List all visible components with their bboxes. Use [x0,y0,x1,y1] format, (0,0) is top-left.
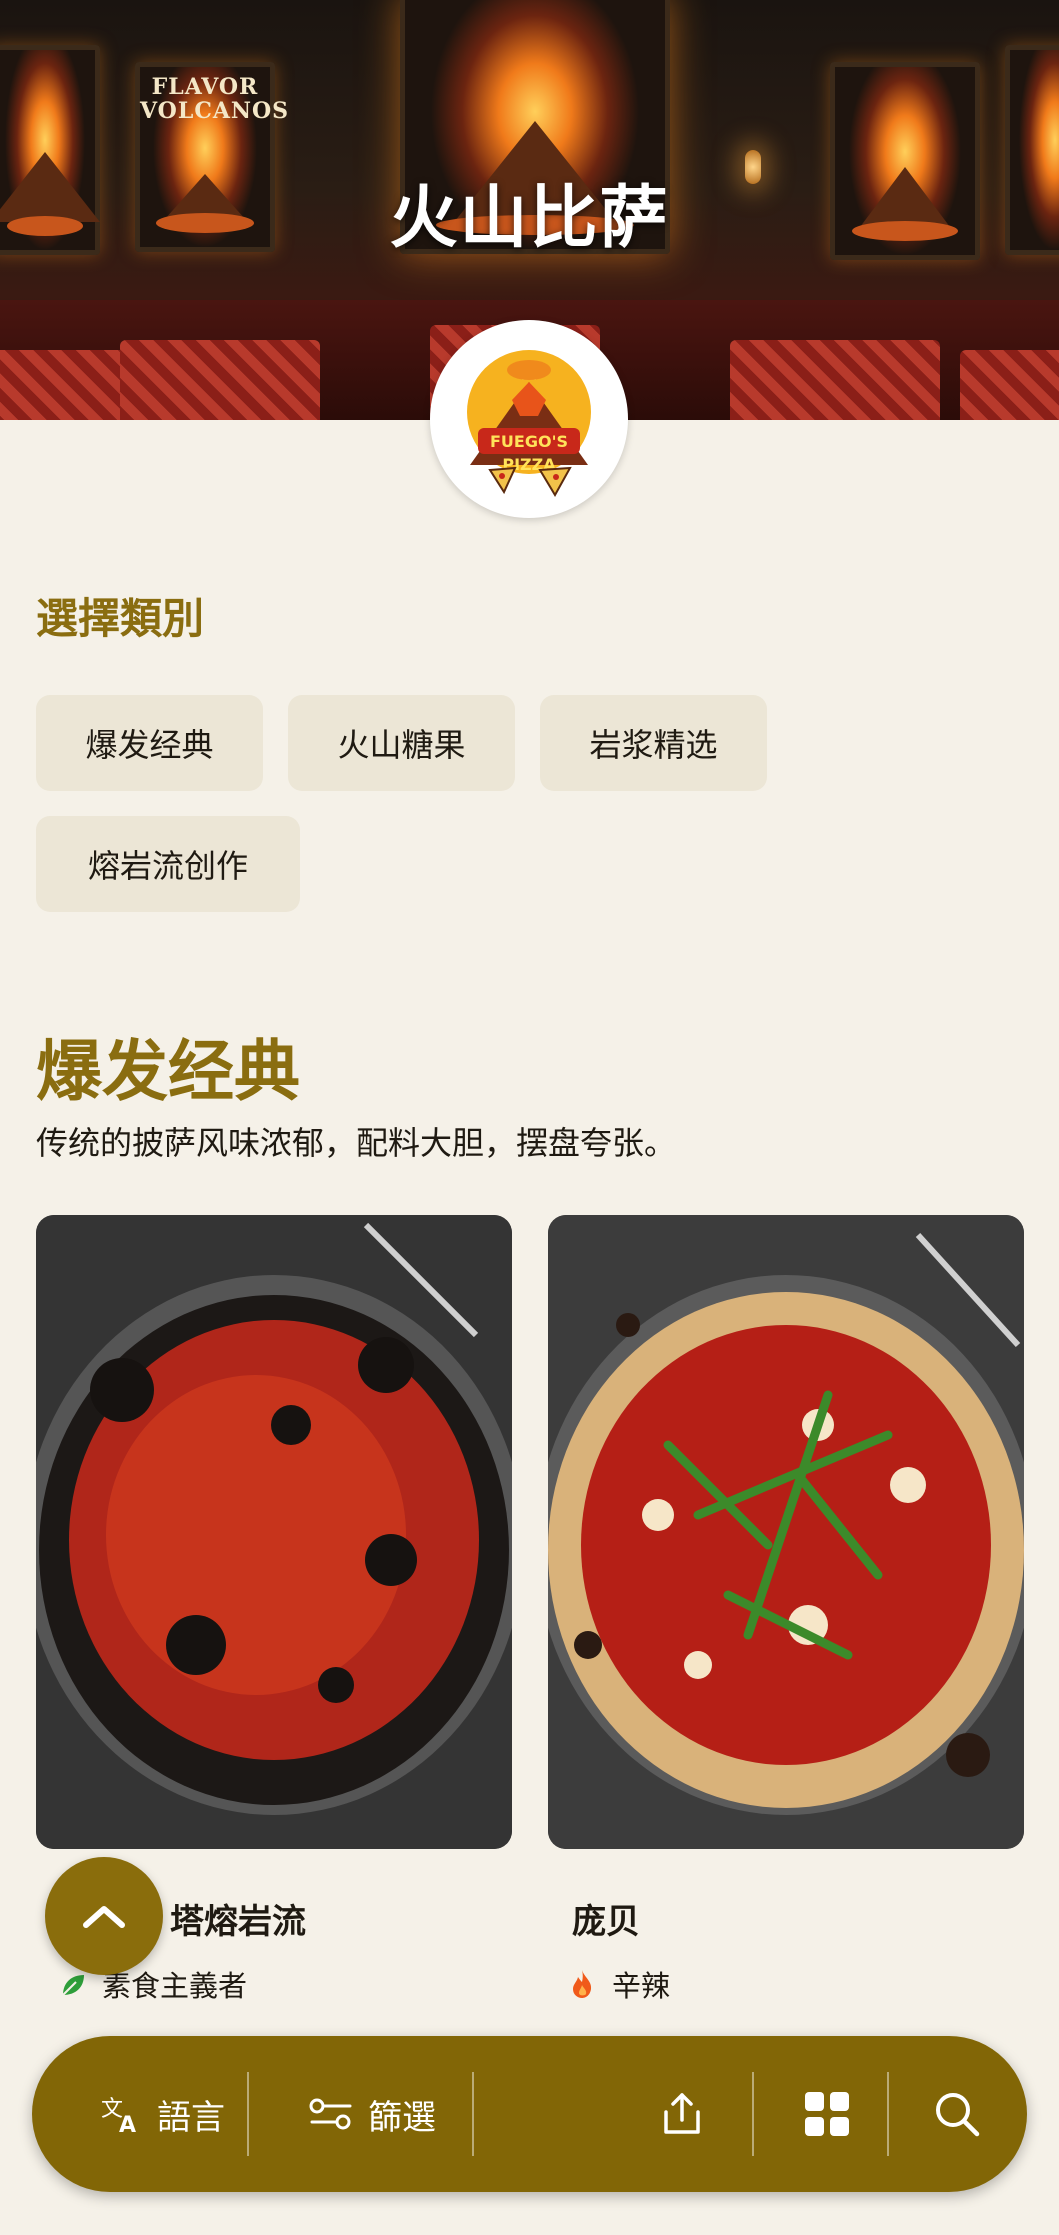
toolbar-divider [752,2072,754,2156]
search-icon [936,2093,980,2137]
menu-item-tag: 辛辣 [570,1963,670,2005]
menu-item-title[interactable]: 庞贝 [572,1894,640,1943]
translate-icon: 文 A [101,2097,136,2136]
back-to-top-button[interactable] [45,1857,163,1975]
restaurant-logo: FUEGO'S PIZZA [430,320,628,518]
share-button[interactable] [632,2036,732,2192]
svg-text:A: A [119,2113,136,2136]
category-chip-magma-selection[interactable]: 岩浆精选 [540,695,767,791]
volcano-pizza-logo-icon: FUEGO'S PIZZA [467,350,591,497]
menu-item-image[interactable] [548,1215,1024,1849]
toolbar-divider [247,2072,249,2156]
toolbar-divider [472,2072,474,2156]
fire-icon [570,1969,594,1999]
menu-item-tag-label: 辛辣 [612,1969,671,2003]
toolbar-divider [887,2072,889,2156]
language-button[interactable]: 文 A 語言 [72,2036,252,2192]
search-button[interactable] [902,2036,1012,2192]
pizza-photo-charred [36,1215,512,1849]
bottom-toolbar: 文 A 語言 篩選 [32,2036,1027,2192]
grid-view-button[interactable] [767,2036,887,2192]
category-chip-lava-flow-creations[interactable]: 熔岩流创作 [36,816,300,912]
category-chip-volcano-candy[interactable]: 火山糖果 [288,695,515,791]
leaf-icon [60,1971,86,1997]
chevron-up-icon [83,1906,125,1928]
filter-button[interactable]: 篩選 [282,2036,462,2192]
share-icon [664,2093,700,2134]
filter-icon [309,2098,352,2130]
page-title: 火山比萨 [389,179,670,258]
filter-label: 篩選 [368,2097,436,2138]
poster-text: FLAVOR VOLCANOS [140,74,290,124]
category-heading: 選擇類別 [36,594,205,643]
menu-item-image[interactable] [36,1215,512,1849]
language-label: 語言 [157,2097,225,2138]
pizza-photo-pompeii [548,1215,1024,1849]
svg-text:FUEGO'S: FUEGO'S [490,432,568,451]
grid-icon [805,2092,849,2136]
menu-item-title[interactable]: 塔熔岩流 [170,1894,306,1943]
section-description: 传统的披萨风味浓郁，配料大胆，摆盘夸张。 [36,1124,677,1162]
category-chip-eruption-classics[interactable]: 爆发经典 [36,695,263,791]
section-title: 爆发经典 [36,1033,300,1110]
